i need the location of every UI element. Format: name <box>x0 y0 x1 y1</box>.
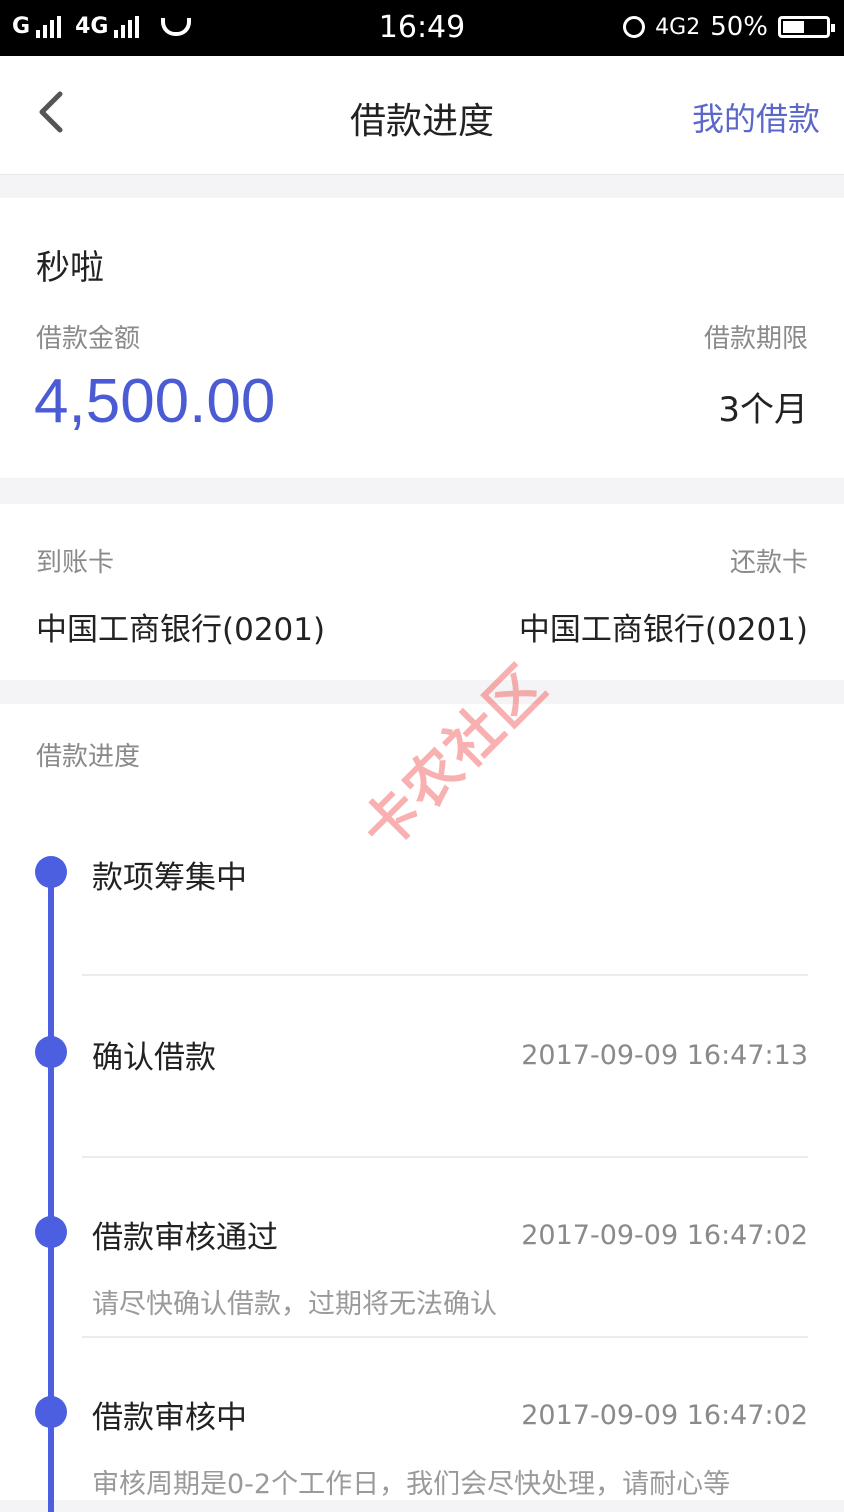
status-bar: G 4G 16:49 4G2 50% <box>0 0 844 56</box>
step-time: 2017-09-09 16:47:13 <box>521 1040 808 1071</box>
bank-card-section: 到账卡 还款卡 中国工商银行(0201) 中国工商银行(0201) <box>0 504 844 680</box>
receive-bank: 中国工商银行(0201) <box>36 612 326 648</box>
battery-percent: 50% <box>710 12 768 42</box>
step-title: 确认借款 <box>92 1040 216 1076</box>
step-divider <box>82 1156 808 1158</box>
step-title: 借款审核中 <box>92 1400 247 1436</box>
step-time: 2017-09-09 16:47:02 <box>521 1400 808 1431</box>
status-right: 4G2 50% <box>623 12 835 42</box>
timeline-dot <box>35 856 67 888</box>
battery-icon <box>778 16 835 38</box>
step-divider <box>82 974 808 976</box>
step-note: 请尽快确认借款，过期将无法确认 <box>92 1289 497 1320</box>
receive-card-label: 到账卡 <box>36 548 115 578</box>
my-loans-link[interactable]: 我的借款 <box>692 94 820 140</box>
step-divider <box>82 1336 808 1338</box>
timeline-dot <box>35 1396 67 1428</box>
loan-summary-card: 秒啦 借款金额 借款期限 4,500.00 3个月 <box>0 198 844 478</box>
amount-label: 借款金额 <box>36 324 141 354</box>
timeline-dot <box>35 1036 67 1068</box>
loan-term: 3个月 <box>718 390 808 430</box>
step-time: 2017-09-09 16:47:02 <box>521 1220 808 1251</box>
product-name: 秒啦 <box>36 248 104 288</box>
repay-card-label: 还款卡 <box>729 548 808 578</box>
network-type: 4G2 <box>655 14 701 40</box>
nav-bar: 借款进度 我的借款 <box>0 56 844 175</box>
step-note: 审核周期是0-2个工作日，我们会尽快处理，请耐心等 <box>92 1469 731 1500</box>
step-title: 借款审核通过 <box>92 1220 278 1256</box>
term-label: 借款期限 <box>703 324 808 354</box>
timeline-dot <box>35 1216 67 1248</box>
loan-amount: 4,500.00 <box>34 367 276 436</box>
alarm-icon <box>623 16 646 38</box>
battery-fill <box>783 21 804 33</box>
progress-title: 借款进度 <box>36 742 141 772</box>
step-title: 款项筹集中 <box>92 860 247 896</box>
